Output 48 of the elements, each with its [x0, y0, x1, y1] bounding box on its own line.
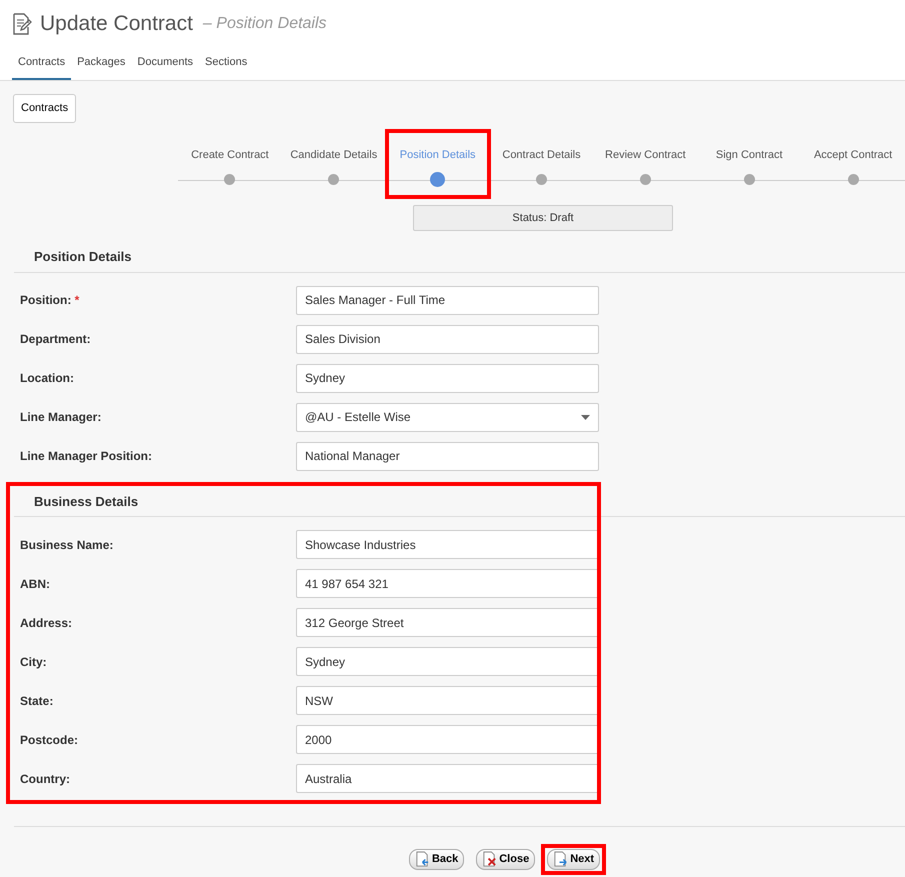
input-field[interactable]: National Manager [296, 442, 599, 470]
field-label: Postcode: [20, 732, 80, 748]
page-close-icon [482, 851, 498, 868]
input-field[interactable]: Sales Manager - Full Time [296, 286, 599, 314]
field-label: Location: [20, 370, 75, 387]
field-label: Address: [20, 614, 74, 632]
next-button[interactable]: Next [547, 849, 600, 870]
nav-tab[interactable]: Contracts [12, 48, 72, 80]
nav-tab[interactable]: Documents [131, 48, 200, 80]
page-back-icon [414, 851, 430, 868]
step-label[interactable]: Accept Contract [814, 142, 892, 168]
input-field[interactable]: 41 987 654 321 [296, 569, 599, 598]
input-field[interactable]: Australia [296, 764, 599, 793]
step-label[interactable]: Contract Details [502, 142, 581, 168]
field-label: Business Name: [20, 536, 114, 554]
back-button[interactable]: Back [408, 849, 464, 870]
contract-edit-icon [12, 12, 32, 35]
field-label: City: [20, 654, 48, 670]
contracts-button[interactable]: Contracts [13, 94, 76, 122]
field-label: Country: [20, 770, 71, 788]
section-header: Position Details [14, 247, 905, 272]
input-field[interactable]: NSW [296, 686, 599, 715]
close-button[interactable]: Close [476, 849, 536, 870]
input-field[interactable]: Sydney [296, 647, 599, 676]
step-label[interactable]: Create Contract [191, 142, 269, 168]
select-field[interactable]: @AU - Estelle Wise [296, 402, 599, 432]
page-title: Update Contract [40, 11, 193, 37]
input-field[interactable]: 312 George Street [296, 608, 599, 637]
input-field[interactable]: Sydney [296, 364, 599, 392]
input-field[interactable]: 2000 [296, 725, 599, 754]
step-label[interactable]: Candidate Details [290, 142, 378, 168]
status-bar: Status: Draft [413, 204, 673, 231]
step-label[interactable]: Sign Contract [716, 142, 783, 168]
field-label: Department: [20, 331, 92, 348]
section-header: Business Details [14, 492, 905, 517]
nav-tab[interactable]: Sections [199, 48, 254, 80]
nav-tab[interactable]: Packages [71, 48, 132, 80]
dropdown-caret-icon [581, 414, 590, 420]
step-label[interactable]: Review Contract [605, 142, 686, 168]
page-next-icon [553, 851, 568, 868]
input-field[interactable]: Showcase Industries [296, 530, 599, 559]
field-label: ABN: [20, 576, 51, 592]
input-field[interactable]: Sales Division [296, 324, 599, 354]
field-label: State: [20, 692, 54, 710]
field-label: Position: * [20, 292, 80, 309]
field-label: Line Manager: [20, 409, 102, 426]
field-label: Line Manager Position: [20, 448, 154, 465]
page-subtitle: – Position Details [202, 14, 327, 34]
